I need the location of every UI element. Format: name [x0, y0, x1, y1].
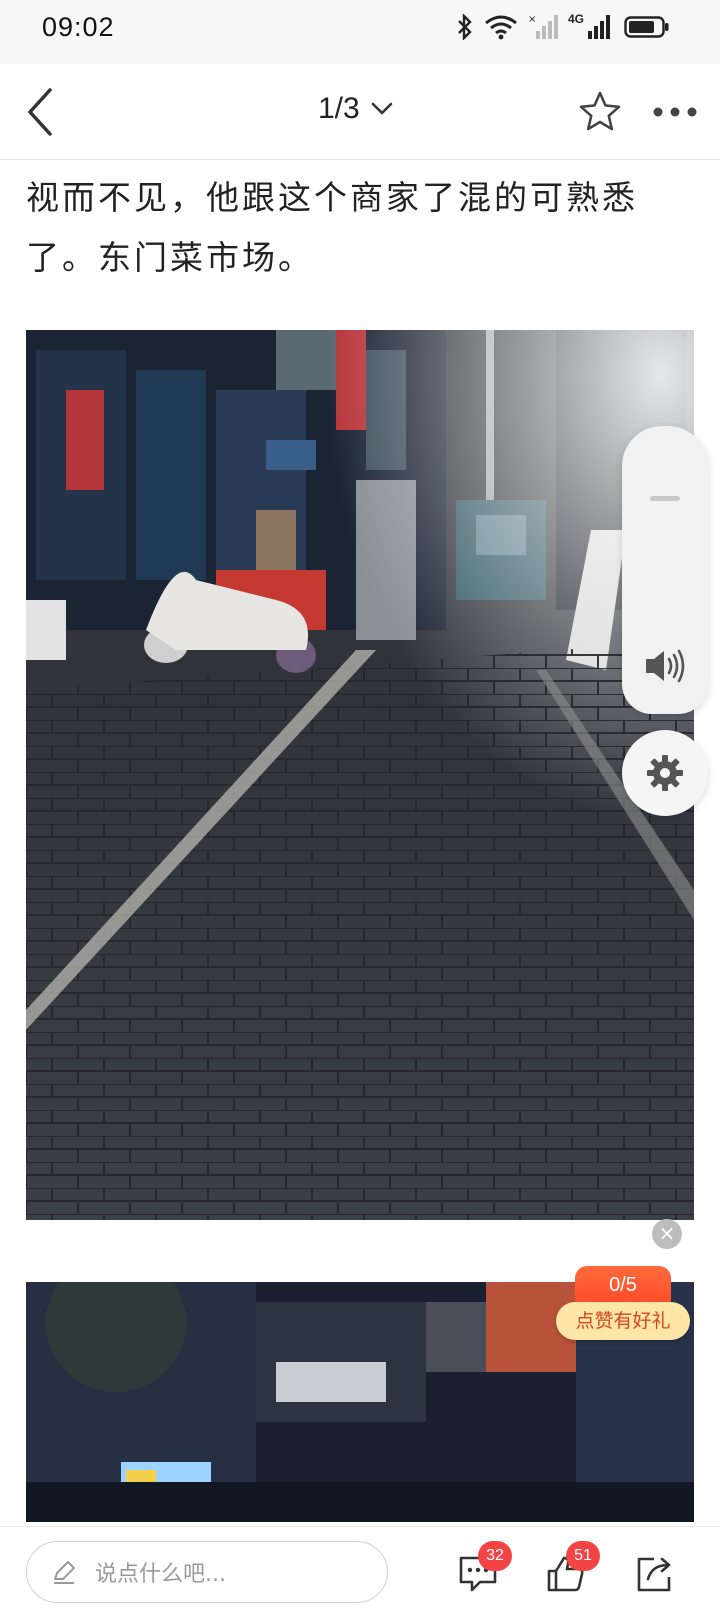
top-nav: 1/3: [0, 64, 720, 160]
signal-icon: [588, 15, 610, 39]
floating-audio-panel: [622, 426, 708, 714]
comment-input[interactable]: 说点什么吧...: [26, 1541, 388, 1603]
article-photo-1[interactable]: [26, 330, 694, 1220]
status-bar: 09:02 × 4G: [0, 0, 720, 64]
reward-label: 点赞有好礼: [556, 1302, 690, 1340]
like-count-badge: 51: [566, 1541, 600, 1571]
favorite-button[interactable]: [576, 88, 624, 136]
edit-icon: [54, 1561, 75, 1584]
close-icon[interactable]: ×: [652, 1219, 682, 1249]
floating-settings: [622, 730, 708, 816]
comment-button[interactable]: 32: [450, 1541, 512, 1597]
like-reward-widget[interactable]: 0/5 点赞有好礼: [556, 1266, 690, 1340]
back-icon: [28, 88, 52, 136]
gear-icon: [647, 755, 683, 791]
back-button[interactable]: [18, 84, 74, 140]
share-icon: [637, 1557, 671, 1592]
like-button[interactable]: 51: [538, 1541, 600, 1597]
article-text: 视而不见，他跟这个商家了混的可熟悉了。东门菜市场。: [26, 178, 638, 277]
battery-icon: [624, 16, 669, 38]
page-indicator-text: 1/3: [318, 92, 360, 125]
street-photo-1: [26, 330, 694, 1220]
share-button[interactable]: [626, 1541, 682, 1597]
volume-icon: [646, 649, 685, 683]
comment-placeholder: 说点什么吧...: [95, 1562, 226, 1587]
svg-text:×: ×: [528, 14, 536, 25]
signal-muted-icon: ×: [528, 14, 558, 39]
comment-count-badge: 32: [478, 1541, 512, 1571]
chevron-down-icon: [371, 102, 392, 115]
status-icons: × 4G: [456, 12, 670, 42]
bluetooth-icon: [458, 14, 472, 40]
reward-progress: 0/5: [575, 1266, 671, 1304]
bottom-bar: 说点什么吧... 32 51: [0, 1526, 720, 1612]
wifi-icon: [485, 15, 517, 40]
page-indicator[interactable]: 1/3: [318, 92, 394, 126]
status-time: 09:02: [42, 12, 115, 42]
star-icon: [579, 91, 621, 131]
volume-button[interactable]: [642, 646, 688, 686]
more-button[interactable]: [650, 94, 700, 130]
settings-button[interactable]: [646, 754, 684, 792]
more-icon: [653, 107, 697, 117]
network-label: 4G: [567, 12, 584, 26]
panel-handle[interactable]: [650, 496, 680, 501]
